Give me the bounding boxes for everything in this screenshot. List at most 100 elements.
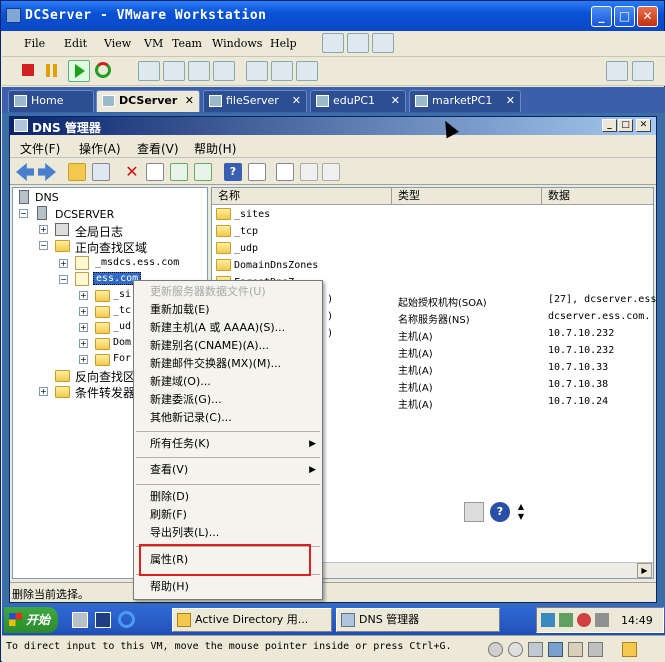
up-folder-icon[interactable]: [68, 163, 86, 181]
dns-minimize-button[interactable]: _: [602, 119, 617, 132]
vm-settings-icon[interactable]: [606, 61, 628, 81]
dns-menu-file[interactable]: 文件(F): [20, 140, 60, 157]
help-icon[interactable]: ?: [224, 163, 242, 181]
record-name[interactable]: _sites: [234, 209, 270, 220]
scroll-right-icon[interactable]: ▶: [637, 563, 652, 578]
record-icon[interactable]: [632, 61, 654, 81]
menu-edit[interactable]: Edit: [64, 37, 87, 50]
menu-item-delete[interactable]: 删除(D): [134, 488, 322, 506]
tree-node-conditional-forwarders[interactable]: 条件转发器: [75, 384, 135, 401]
export-list-icon[interactable]: [194, 163, 212, 181]
power-off-icon[interactable]: [22, 64, 34, 76]
menu-item-view[interactable]: 查看(V) ▶: [134, 461, 322, 479]
network-icon[interactable]: [541, 613, 555, 627]
expand-icon[interactable]: +: [39, 225, 48, 234]
collapse-icon[interactable]: −: [39, 241, 48, 250]
help-icon[interactable]: ?: [490, 502, 510, 522]
record-name[interactable]: ): [328, 294, 332, 305]
maximize-button[interactable]: □: [614, 6, 635, 27]
tab-edupc1[interactable]: eduPC1 ✕: [310, 90, 406, 112]
suspend-icon[interactable]: [46, 64, 50, 77]
tree-node-sites[interactable]: _si: [113, 289, 131, 300]
tab-dcserver[interactable]: DCServer ✕: [96, 90, 200, 112]
menu-item-help[interactable]: 帮助(H): [134, 578, 322, 596]
delete-icon[interactable]: ✕: [123, 163, 141, 181]
refresh-icon[interactable]: [170, 163, 188, 181]
snapshot-icon[interactable]: [322, 33, 344, 53]
tree-node-domaindnszones[interactable]: Dom: [113, 337, 131, 348]
dns-menu-view[interactable]: 查看(V): [137, 140, 179, 157]
menu-item-new-alias[interactable]: 新建别名(CNAME)(A)...: [134, 337, 322, 355]
tree-node-global-log[interactable]: 全局日志: [75, 223, 123, 240]
tab-fileserver[interactable]: fileServer ✕: [203, 90, 307, 112]
server-manager-icon[interactable]: [72, 612, 88, 628]
menu-item-all-tasks[interactable]: 所有任务(K) ▶: [134, 435, 322, 453]
snapshot-manager-icon[interactable]: [372, 33, 394, 53]
record-name[interactable]: _udp: [234, 243, 258, 254]
expand-icon[interactable]: +: [79, 339, 88, 348]
expand-icon[interactable]: +: [59, 259, 68, 268]
internet-explorer-icon[interactable]: [118, 611, 135, 628]
expand-icon[interactable]: +: [39, 387, 48, 396]
record-name[interactable]: ): [328, 328, 332, 339]
dns-title-bar[interactable]: DNS 管理器 _ □ ✕: [10, 117, 656, 135]
dns-maximize-button[interactable]: □: [618, 119, 633, 132]
menu-item-export-list[interactable]: 导出列表(L)...: [134, 524, 322, 542]
tab-close-icon[interactable]: ✕: [292, 91, 301, 111]
keyboard-icon[interactable]: [464, 502, 484, 522]
tab-home[interactable]: Home: [8, 90, 94, 112]
menu-item-refresh[interactable]: 刷新(F): [134, 506, 322, 524]
tab-marketpc1[interactable]: marketPC1 ✕: [409, 90, 521, 112]
record-name[interactable]: ): [328, 311, 332, 322]
expand-icon[interactable]: +: [79, 355, 88, 364]
menu-item-reload[interactable]: 重新加载(E): [134, 301, 322, 319]
menu-item-new-mail-exchanger[interactable]: 新建邮件交换器(MX)(M)...: [134, 355, 322, 373]
summary-view-icon[interactable]: [213, 61, 235, 81]
menu-file[interactable]: File: [24, 37, 45, 50]
powershell-icon[interactable]: [95, 612, 111, 628]
reset-icon[interactable]: [95, 62, 111, 78]
tree-node-dns[interactable]: DNS: [35, 191, 59, 204]
power-on-button[interactable]: [68, 60, 90, 82]
menu-windows[interactable]: Windows: [212, 37, 262, 50]
network-adapter-icon[interactable]: [548, 642, 563, 657]
task-dns-manager[interactable]: DNS 管理器: [336, 608, 500, 632]
tree-node-forward-zones[interactable]: 正向查找区域: [75, 239, 147, 256]
security-icon[interactable]: [595, 613, 609, 627]
menu-item-new-host[interactable]: 新建主机(A 或 AAAA)(S)...: [134, 319, 322, 337]
menu-view[interactable]: View: [104, 37, 131, 50]
unity-icon[interactable]: [296, 61, 318, 81]
chevron-down-icon[interactable]: ▲ ▼: [516, 502, 526, 522]
dns-menu-help[interactable]: 帮助(H): [194, 140, 236, 157]
record-name[interactable]: DomainDnsZones: [234, 260, 318, 271]
list-view-icon[interactable]: [276, 163, 294, 181]
expand-icon[interactable]: +: [79, 323, 88, 332]
record-name[interactable]: _tcp: [234, 226, 258, 237]
task-active-directory[interactable]: Active Directory 用...: [172, 608, 332, 632]
sound-icon[interactable]: [588, 642, 603, 657]
menu-item-new-delegation[interactable]: 新建委派(G)...: [134, 391, 322, 409]
hard-disk-icon[interactable]: [488, 642, 503, 657]
vmware-title-bar[interactable]: DCServer - VMware Workstation _ □ ✕: [1, 1, 664, 31]
tree-node-tcp[interactable]: _tc: [113, 305, 131, 316]
tree-node-msdcs[interactable]: _msdcs.ess.com: [95, 257, 179, 268]
expand-icon[interactable]: +: [79, 307, 88, 316]
menu-item-other-new-records[interactable]: 其他新记录(C)...: [134, 409, 322, 427]
column-header-data[interactable]: 数据: [542, 188, 653, 205]
list-copy-icon[interactable]: [322, 163, 340, 181]
properties-icon[interactable]: [146, 163, 164, 181]
forward-arrow-icon[interactable]: [38, 163, 56, 181]
tab-close-icon[interactable]: ✕: [506, 91, 515, 111]
tree-node-dcserver[interactable]: DCSERVER: [55, 208, 114, 221]
show-hide-tree-icon[interactable]: [92, 163, 110, 181]
floppy-icon[interactable]: [528, 642, 543, 657]
revert-snapshot-icon[interactable]: [347, 33, 369, 53]
tree-node-udp[interactable]: _ud: [113, 321, 131, 332]
thumbnail-view-icon[interactable]: [271, 61, 293, 81]
cd-rom-icon[interactable]: [508, 642, 523, 657]
menu-help[interactable]: Help: [270, 37, 297, 50]
dns-menu-action[interactable]: 操作(A): [79, 140, 121, 157]
tab-close-icon[interactable]: ✕: [391, 91, 400, 111]
close-button[interactable]: ✕: [637, 6, 658, 27]
expand-icon[interactable]: +: [79, 291, 88, 300]
